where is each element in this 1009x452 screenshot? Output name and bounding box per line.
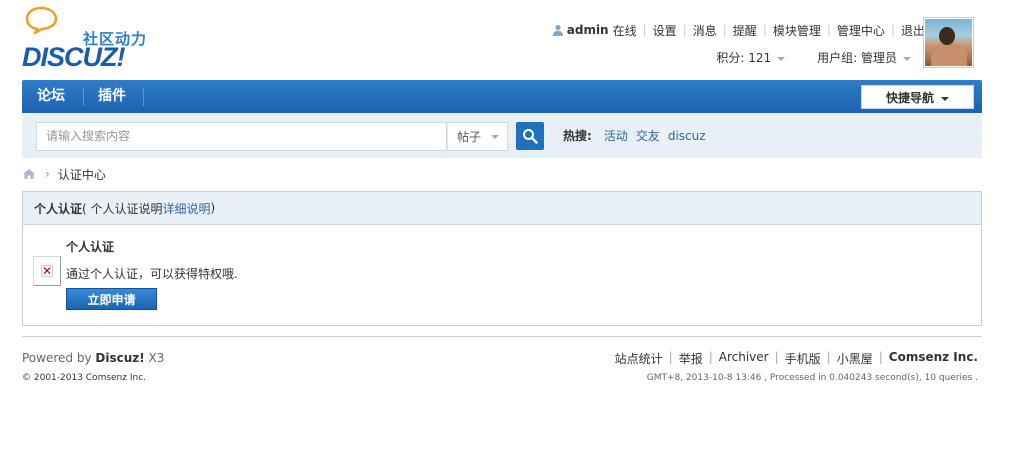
- nav-divider: [83, 88, 84, 106]
- footer-divider-bar: |: [774, 350, 779, 364]
- user-group-label: 用户组: 管理员: [817, 51, 897, 65]
- footer-link-comsenz[interactable]: Comsenz Inc.: [889, 350, 978, 367]
- hot-search: 热搜: 活动 交友 discuz: [563, 113, 714, 158]
- hot-search-label: 热搜:: [563, 129, 592, 143]
- logo-wordmark: DISCUZ!: [22, 42, 125, 72]
- verify-item-title: 个人认证: [66, 240, 115, 254]
- verify-header-paren-open: ( 个人认证说明: [82, 201, 163, 216]
- nav-item-plugins[interactable]: 插件: [98, 80, 126, 113]
- powered-by: Powered by Discuz! X3: [22, 351, 164, 365]
- verify-detail-link[interactable]: 详细说明: [163, 200, 211, 217]
- user-info: 积分: 121 用户组: 管理员: [716, 49, 911, 66]
- chevron-down-icon: [941, 96, 949, 101]
- user-name-link[interactable]: admin: [552, 23, 609, 37]
- messages-link[interactable]: 消息: [693, 22, 717, 39]
- menu-divider: |: [762, 23, 767, 37]
- menu-divider: |: [826, 23, 831, 37]
- verify-header-paren-close: ): [210, 201, 216, 215]
- menu-divider: |: [682, 23, 687, 37]
- footer-link-stats[interactable]: 站点统计: [615, 350, 663, 367]
- user-menu: admin 在线 | 设置 | 消息 | 提醒 | 模块管理 | 管理中心 | …: [552, 21, 925, 39]
- username: admin: [566, 23, 609, 37]
- nav-divider: [143, 88, 144, 106]
- search-type-label: 帖子: [457, 130, 482, 144]
- powered-brand-link[interactable]: Discuz!: [95, 351, 144, 365]
- breadcrumb-separator-icon: ›: [45, 167, 50, 181]
- main-nav: 论坛 插件 快捷导航: [22, 80, 982, 113]
- settings-link[interactable]: 设置: [653, 22, 677, 39]
- search-input[interactable]: 请输入搜索内容: [36, 122, 447, 151]
- notifications-link[interactable]: 提醒: [733, 22, 757, 39]
- footer-divider-bar: |: [668, 350, 673, 364]
- chevron-down-icon: [903, 56, 911, 61]
- broken-image-icon: ✕: [41, 264, 53, 278]
- footer-stats: GMT+8, 2013-10-8 13:46 , Processed in 0.…: [646, 373, 978, 383]
- search-type-select[interactable]: 帖子: [447, 122, 508, 151]
- search-icon: [523, 129, 538, 144]
- powered-prefix: Powered by: [22, 351, 96, 365]
- avatar[interactable]: [923, 17, 974, 68]
- verify-panel-title: 个人认证: [34, 201, 83, 216]
- hot-keyword[interactable]: discuz: [668, 129, 706, 143]
- menu-divider: |: [890, 23, 895, 37]
- admin-center-link[interactable]: 管理中心: [837, 22, 885, 39]
- footer-links: 站点统计 | 举报 | Archiver | 手机版 | 小黑屋 | Comse…: [615, 350, 978, 367]
- powered-version: X3: [144, 351, 165, 365]
- verify-item-description: 通过个人认证，可以获得特权哦.: [66, 267, 238, 281]
- online-status[interactable]: 在线: [613, 22, 637, 39]
- footer-link-mobile[interactable]: 手机版: [785, 350, 821, 367]
- points-label: 积分: 121: [716, 51, 772, 65]
- menu-divider: |: [722, 23, 727, 37]
- chevron-down-icon: [491, 134, 500, 139]
- breadcrumb-current: 认证中心: [57, 167, 106, 182]
- nav-item-forum[interactable]: 论坛: [37, 80, 65, 113]
- quick-nav-button[interactable]: 快捷导航: [861, 85, 974, 109]
- footer-divider-bar: |: [708, 350, 713, 364]
- copyright: © 2001-2013 Comsenz Inc.: [22, 373, 147, 383]
- quick-nav-label: 快捷导航: [885, 90, 934, 105]
- footer-link-archiver[interactable]: Archiver: [719, 350, 769, 367]
- apply-button[interactable]: 立即申请: [66, 288, 157, 310]
- search-button[interactable]: [516, 122, 544, 150]
- module-manage-link[interactable]: 模块管理: [773, 22, 821, 39]
- verify-panel-header: 个人认证 ( 个人认证说明 详细说明 ): [23, 192, 981, 225]
- logout-link[interactable]: 退出: [901, 22, 925, 39]
- footer-link-report[interactable]: 举报: [679, 350, 703, 367]
- menu-divider: |: [642, 23, 647, 37]
- speech-bubble-icon: [25, 6, 58, 34]
- breadcrumb: › 认证中心: [22, 165, 106, 183]
- points-dropdown[interactable]: 积分: 121: [716, 49, 786, 66]
- hot-keyword[interactable]: 活动: [604, 127, 628, 144]
- footer-link-blacklist[interactable]: 小黑屋: [837, 350, 873, 367]
- avatar-image: [925, 19, 972, 66]
- home-icon[interactable]: [22, 168, 36, 180]
- verify-panel: 个人认证 ( 个人认证说明 详细说明 ) 个人认证 ✕ 通过个人认证，可以获得特…: [22, 191, 982, 326]
- site-logo[interactable]: 社区动力 DISCUZ!: [22, 6, 157, 72]
- footer-divider-bar: |: [878, 350, 883, 364]
- hot-keyword[interactable]: 交友: [636, 127, 660, 144]
- chevron-down-icon: [777, 56, 786, 61]
- verify-icon: ✕: [33, 256, 61, 286]
- user-icon: [552, 24, 563, 36]
- footer-divider: [22, 336, 982, 337]
- footer-divider-bar: |: [826, 350, 831, 364]
- search-bar: 请输入搜索内容 帖子 热搜: 活动 交友 discuz: [22, 113, 982, 158]
- user-group-dropdown[interactable]: 用户组: 管理员: [817, 49, 911, 66]
